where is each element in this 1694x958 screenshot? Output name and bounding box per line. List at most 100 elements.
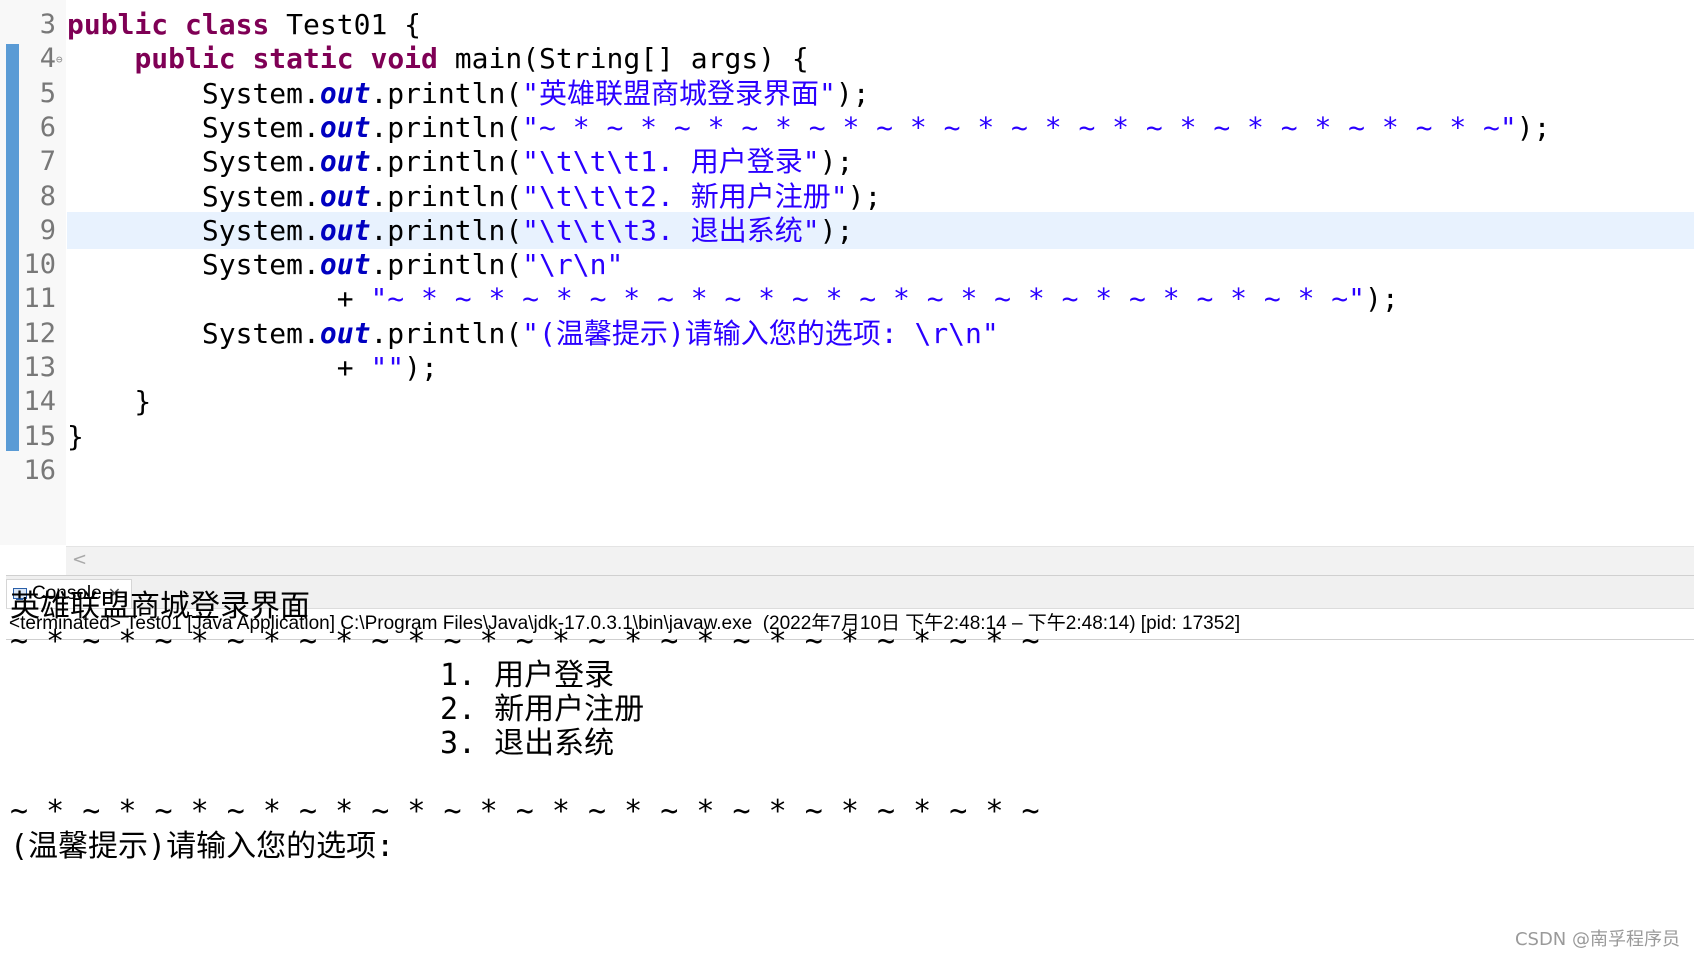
code-token: ); (404, 351, 438, 384)
code-token: .println( (370, 316, 523, 350)
code-token: System. (67, 179, 320, 213)
line-number: 13 (23, 352, 56, 383)
output-prompt: (温馨提示)请输入您的选项: (10, 829, 395, 864)
code-token: ); (1516, 110, 1551, 144)
code-line[interactable]: 14 } (0, 383, 1694, 420)
code-text: } (67, 418, 84, 455)
line-number: 11 (23, 283, 56, 315)
output-menu-item: 3. 退出系统 (440, 726, 615, 761)
field-token: out (319, 213, 371, 247)
line-number: 5 (39, 77, 56, 109)
field-token: out (319, 76, 371, 110)
code-token: .println( (370, 248, 523, 282)
code-text: public class Test01 { (67, 6, 421, 43)
code-line[interactable]: 15} (0, 418, 1694, 455)
code-token: .println( (370, 110, 523, 144)
string-token: "\t\t\t3. 退出系统" (522, 213, 820, 247)
line-number: 7 (39, 146, 56, 178)
code-token: ); (819, 145, 854, 179)
code-token: System. (67, 145, 320, 179)
code-line[interactable]: 12 System.out.println("(温馨提示)请输入您的选项: \r… (0, 315, 1694, 352)
string-token: "~ * ~ * ~ * ~ * ~ * ~ * ~ * ~ * ~ * ~ *… (522, 110, 1517, 144)
code-line[interactable]: 16 (0, 452, 1694, 489)
output-menu-item: 2. 新用户注册 (440, 692, 645, 727)
watermark: CSDN @南孚程序员 (1514, 929, 1680, 950)
code-token: System. (67, 110, 320, 144)
code-text: System.out.println("\t\t\t1. 用户登录"); (67, 143, 853, 180)
field-token: out (319, 248, 371, 282)
code-token: .println( (370, 179, 523, 213)
code-token: .println( (370, 213, 523, 247)
line-number: 8 (39, 180, 56, 212)
string-token: "英雄联盟商城登录界面" (522, 76, 836, 110)
keyword-token: class (185, 8, 270, 41)
code-line[interactable]: 6 System.out.println("~ * ~ * ~ * ~ * ~ … (0, 109, 1694, 146)
code-line[interactable]: 10 System.out.println("\r\n" (0, 246, 1694, 283)
horizontal-scrollbar[interactable]: < (66, 546, 1694, 575)
code-token: ); (1365, 282, 1399, 316)
chevron-left-icon[interactable]: < (72, 549, 87, 571)
code-text: + "~ * ~ * ~ * ~ * ~ * ~ * ~ * ~ * ~ * ~… (67, 280, 1399, 317)
code-text: } (67, 383, 151, 420)
code-line[interactable]: 9 System.out.println("\t\t\t3. 退出系统"); (0, 211, 1694, 249)
code-line[interactable]: 13 + ""); (0, 349, 1694, 386)
line-number: 15 (23, 420, 56, 452)
code-token: ); (819, 213, 854, 247)
line-number: 3 (39, 9, 56, 40)
line-number: 12 (23, 317, 56, 349)
keyword-token: void (370, 42, 438, 76)
code-line[interactable]: 7 System.out.println("\t\t\t1. 用户登录"); (0, 143, 1694, 180)
string-token: "(温馨提示)请输入您的选项: \r\n" (522, 316, 999, 350)
line-number: 6 (39, 111, 56, 143)
code-line[interactable]: 8 System.out.println("\t\t\t2. 新用户注册"); (0, 178, 1694, 215)
code-text: System.out.println("\t\t\t3. 退出系统"); (67, 212, 853, 249)
code-editor[interactable]: 3 public class Test01 {4 ⊖ public static v… (0, 0, 1694, 575)
string-token: "" (370, 351, 405, 384)
code-token: ); (835, 76, 870, 110)
code-token: System. (67, 316, 320, 350)
keyword-token: public (67, 8, 169, 41)
line-number: 4 (39, 43, 56, 75)
code-line[interactable]: 4 ⊖ public static void main(String[] args… (0, 40, 1694, 77)
code-token: } (67, 385, 152, 419)
code-text: System.out.println("(温馨提示)请输入您的选项: \r\n" (67, 315, 999, 352)
line-number: 9 (39, 214, 56, 246)
keyword-token: static (252, 42, 354, 76)
code-text: System.out.println("~ * ~ * ~ * ~ * ~ * … (67, 109, 1551, 146)
code-line[interactable]: 3 public class Test01 { (0, 6, 1694, 43)
field-token: out (319, 316, 371, 350)
fold-toggle-icon[interactable]: ⊖ (56, 54, 63, 65)
code-text: System.out.println("\t\t\t2. 新用户注册"); (67, 178, 881, 215)
output-divider-bottom: ~ * ~ * ~ * ~ * ~ * ~ * ~ * ~ * ~ * ~ * … (10, 794, 1040, 829)
code-token: .println( (370, 145, 523, 179)
keyword-token: public (134, 42, 236, 76)
code-text: public static void main(String[] args) { (67, 40, 809, 77)
code-text: System.out.println("英雄联盟商城登录界面"); (67, 75, 870, 112)
code-token: Test01 { (269, 8, 422, 41)
string-token: "\t\t\t1. 用户登录" (522, 145, 820, 179)
code-token: .println( (370, 76, 523, 110)
field-token: out (319, 145, 371, 179)
code-token: main(String[] args) { (437, 42, 809, 76)
string-token: "\t\t\t2. 新用户注册" (522, 179, 848, 213)
line-number: 16 (23, 454, 56, 486)
code-token: System. (67, 248, 320, 282)
string-token: "~ * ~ * ~ * ~ * ~ * ~ * ~ * ~ * ~ * ~ *… (370, 282, 1366, 316)
output-menu-item: 1. 用户登录 (440, 658, 615, 693)
field-token: out (319, 179, 371, 213)
code-token: ); (847, 179, 882, 213)
code-token: + (67, 351, 371, 384)
code-line[interactable]: 5 System.out.println("英雄联盟商城登录界面"); (0, 75, 1694, 112)
code-line[interactable]: 11 + "~ * ~ * ~ * ~ * ~ * ~ * ~ * ~ * ~ … (0, 280, 1694, 317)
code-token: System. (67, 76, 320, 110)
code-token: + (67, 282, 371, 316)
output-divider-top: ~ * ~ * ~ * ~ * ~ * ~ * ~ * ~ * ~ * ~ * … (10, 624, 1040, 659)
field-token: out (319, 110, 371, 144)
code-text: System.out.println("\r\n" (67, 246, 623, 283)
console-view: Console ✕ <terminated> Test01 [Java Appl… (6, 575, 1694, 958)
code-token: System. (67, 213, 320, 247)
